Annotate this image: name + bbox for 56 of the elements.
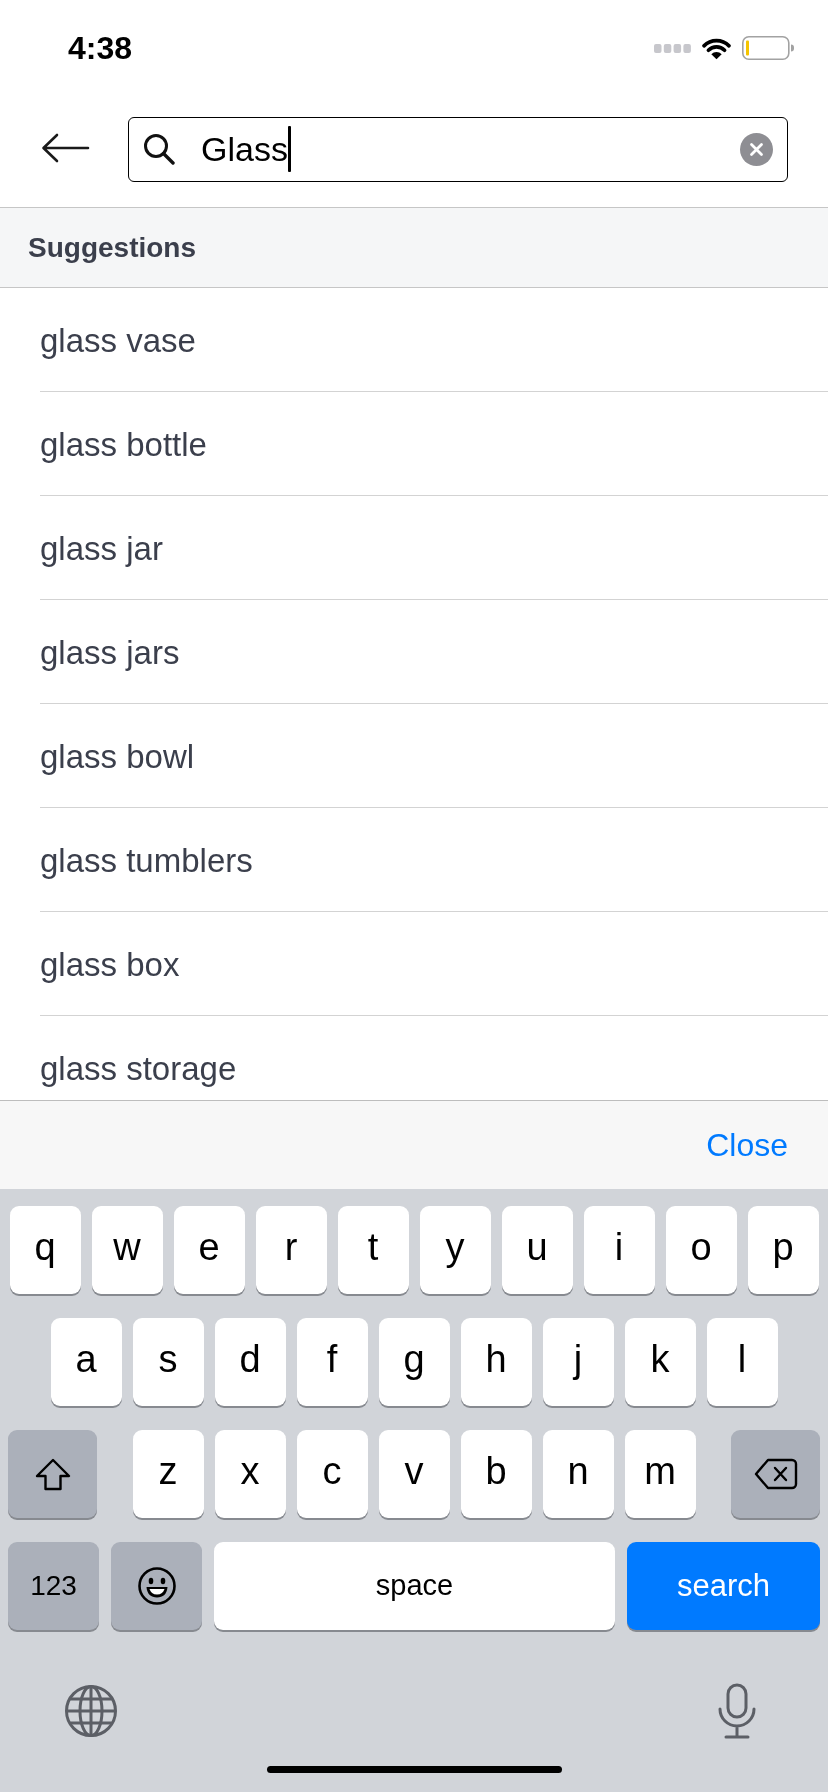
search-key[interactable]: search	[627, 1542, 820, 1630]
letter-key[interactable]: b	[460, 1430, 532, 1518]
clear-icon[interactable]	[740, 132, 773, 166]
backspace-key[interactable]	[731, 1430, 820, 1518]
suggestion-item[interactable]: glass bowl	[0, 704, 828, 808]
letter-key[interactable]: j	[542, 1318, 614, 1406]
suggestion-item[interactable]: glass storage	[0, 1016, 828, 1100]
close-button[interactable]: Close	[706, 1129, 788, 1161]
text-cursor-icon	[287, 126, 291, 172]
letter-key[interactable]: l	[706, 1318, 778, 1406]
letter-key[interactable]: e	[173, 1206, 245, 1294]
suggestion-item[interactable]: glass jar	[0, 496, 828, 600]
letter-key[interactable]: g	[378, 1318, 450, 1406]
globe-icon[interactable]	[64, 1684, 118, 1738]
letter-key[interactable]: z	[132, 1430, 204, 1518]
emoji-key[interactable]	[111, 1542, 202, 1630]
letter-key[interactable]: u	[501, 1206, 573, 1294]
wifi-icon	[701, 36, 732, 60]
letter-key[interactable]: i	[583, 1206, 655, 1294]
battery-icon	[742, 36, 794, 60]
letter-key[interactable]: m	[624, 1430, 696, 1518]
letter-key[interactable]: f	[296, 1318, 368, 1406]
backspace-icon	[753, 1458, 798, 1490]
letter-key[interactable]: r	[255, 1206, 327, 1294]
signal-dots-icon	[654, 43, 691, 53]
letter-key[interactable]: a	[50, 1318, 122, 1406]
letter-key[interactable]: t	[337, 1206, 409, 1294]
suggestion-item[interactable]: glass vase	[0, 288, 828, 392]
letter-key[interactable]: h	[460, 1318, 532, 1406]
letter-key[interactable]: d	[214, 1318, 286, 1406]
letter-key[interactable]: s	[132, 1318, 204, 1406]
letter-key[interactable]: y	[419, 1206, 491, 1294]
letter-key[interactable]: c	[296, 1430, 368, 1518]
shift-arrow-icon	[34, 1457, 71, 1491]
letter-key[interactable]: p	[747, 1206, 819, 1294]
suggestion-item[interactable]: glass box	[0, 912, 828, 1016]
smiley-face-icon	[136, 1566, 177, 1606]
letter-key[interactable]: o	[665, 1206, 737, 1294]
search-field[interactable]: Glass	[128, 116, 788, 182]
letter-key[interactable]: n	[542, 1430, 614, 1518]
search-icon	[143, 133, 175, 165]
letter-key[interactable]: q	[9, 1206, 81, 1294]
microphone-icon[interactable]	[718, 1683, 756, 1739]
suggestion-item[interactable]: glass tumblers	[0, 808, 828, 912]
shift-key[interactable]	[8, 1430, 97, 1518]
letter-key[interactable]: v	[378, 1430, 450, 1518]
suggestions-header: Suggestions	[0, 208, 828, 288]
letter-key[interactable]: x	[214, 1430, 286, 1518]
back-arrow-icon[interactable]	[40, 131, 90, 164]
numbers-key[interactable]: 123	[8, 1542, 99, 1630]
status-time: 4:38	[68, 32, 133, 64]
space-key[interactable]: space	[214, 1542, 615, 1630]
suggestion-item[interactable]: glass jars	[0, 600, 828, 704]
letter-key[interactable]: k	[624, 1318, 696, 1406]
suggestion-item[interactable]: glass bottle	[0, 392, 828, 496]
letter-key[interactable]: w	[91, 1206, 163, 1294]
